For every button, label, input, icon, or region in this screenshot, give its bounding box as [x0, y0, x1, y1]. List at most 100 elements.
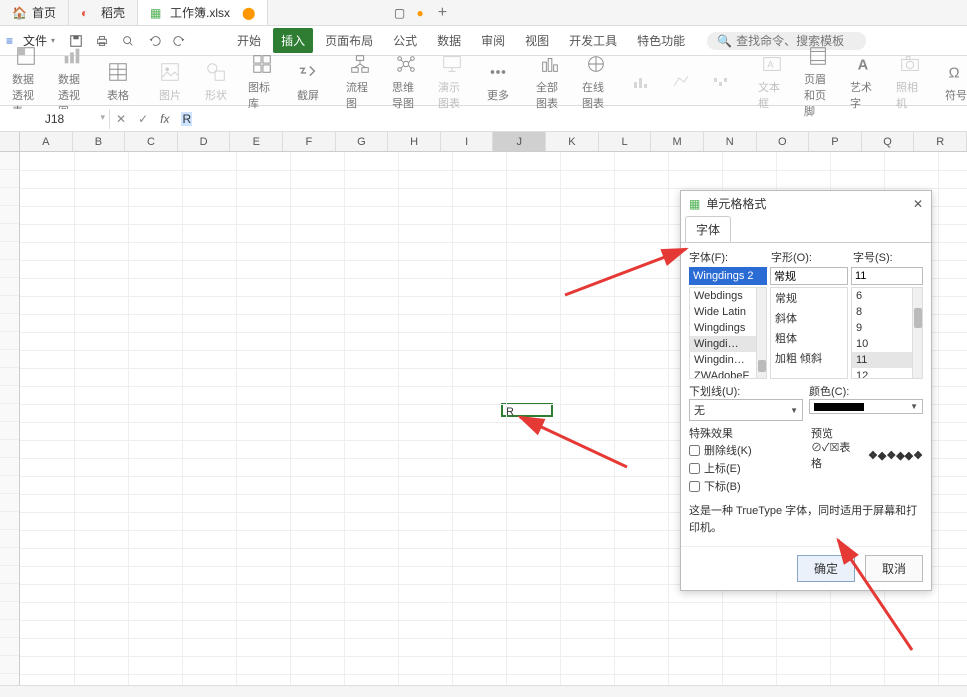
row-header[interactable] [0, 260, 19, 278]
grp-more[interactable]: 更多 [478, 57, 518, 105]
chk-strike-box[interactable] [689, 445, 700, 456]
grp-present-chart[interactable]: 演示图表 [432, 49, 472, 113]
style-list[interactable]: 常规 斜体 粗体 加粗 倾斜 [770, 287, 848, 379]
column-header[interactable]: D [178, 132, 231, 151]
row-header[interactable] [0, 224, 19, 242]
cancel-edit-icon[interactable]: ✕ [110, 112, 132, 126]
column-header[interactable]: E [230, 132, 283, 151]
column-header[interactable]: J [493, 132, 546, 151]
row-header[interactable] [0, 206, 19, 224]
column-header[interactable]: A [20, 132, 73, 151]
underline-dropdown[interactable]: 无▼ [689, 399, 803, 421]
row-header[interactable] [0, 368, 19, 386]
print-preview-icon[interactable] [117, 30, 139, 52]
row-header[interactable] [0, 404, 19, 422]
column-header[interactable]: Q [862, 132, 915, 151]
list-item[interactable]: ZWAdobeF [690, 368, 766, 379]
chk-sub-box[interactable] [689, 481, 700, 492]
accept-edit-icon[interactable]: ✓ [132, 112, 154, 126]
ok-button[interactable]: 确定 [797, 555, 855, 582]
list-item[interactable]: Wingdin… [690, 352, 766, 368]
list-item[interactable]: Wingdings [690, 320, 766, 336]
grp-all-charts[interactable]: 全部图表 [530, 49, 570, 113]
chk-super-box[interactable] [689, 463, 700, 474]
column-header[interactable]: O [757, 132, 810, 151]
row-header[interactable] [0, 242, 19, 260]
tab-daoke[interactable]: 稻壳 [69, 0, 138, 25]
grp-icon-lib[interactable]: 图标库 [242, 49, 282, 113]
cancel-button[interactable]: 取消 [865, 555, 923, 582]
grp-symbol[interactable]: Ω符号 [936, 57, 967, 105]
row-header[interactable] [0, 314, 19, 332]
font-input[interactable] [689, 267, 767, 285]
list-item[interactable]: Wide Latin [690, 304, 766, 320]
row-header[interactable] [0, 386, 19, 404]
grp-wordart[interactable]: A艺术字 [844, 49, 884, 113]
column-header[interactable]: H [388, 132, 441, 151]
row-header[interactable] [0, 620, 19, 638]
size-list[interactable]: 6 8 9 10 11 12 [851, 287, 923, 379]
formula-input[interactable]: R [175, 109, 967, 129]
font-list[interactable]: Webdings Wide Latin Wingdings Wingdi… Wi… [689, 287, 767, 379]
row-header[interactable] [0, 584, 19, 602]
chk-strike[interactable]: 删除线(K) [689, 441, 801, 459]
list-item[interactable]: 常规 [771, 288, 847, 308]
grp-online-charts[interactable]: 在线图表 [576, 49, 616, 113]
search-input[interactable] [736, 34, 856, 48]
row-header[interactable] [0, 278, 19, 296]
tab-home[interactable]: 首页 [0, 0, 69, 25]
chk-sub[interactable]: 下标(B) [689, 477, 801, 495]
grp-screenshot[interactable]: 截屏 [288, 57, 328, 105]
column-header[interactable]: R [914, 132, 967, 151]
new-tab-button[interactable]: + [424, 4, 461, 22]
grp-textbox[interactable]: A文本框 [752, 49, 792, 113]
row-header[interactable] [0, 476, 19, 494]
grp-mindmap[interactable]: 思维导图 [386, 49, 426, 113]
search-box[interactable]: 🔍 [707, 32, 866, 50]
sheet-tabs[interactable] [0, 685, 967, 697]
dialog-tab-font[interactable]: 字体 [685, 216, 731, 242]
menu-review[interactable]: 审阅 [473, 28, 513, 53]
close-icon[interactable]: ✕ [913, 197, 923, 211]
chk-super[interactable]: 上标(E) [689, 459, 801, 477]
redo-icon[interactable] [169, 30, 191, 52]
grp-shapes[interactable]: 形状 [196, 57, 236, 105]
size-input[interactable] [851, 267, 923, 285]
print-icon[interactable] [91, 30, 113, 52]
list-item[interactable]: Webdings [690, 288, 766, 304]
fx-icon[interactable]: fx [154, 112, 175, 126]
row-header[interactable] [0, 152, 19, 170]
color-dropdown[interactable]: ▼ [809, 399, 923, 414]
list-item[interactable]: 斜体 [771, 308, 847, 328]
list-item[interactable]: 粗体 [771, 328, 847, 348]
grp-sparkline-bar[interactable] [622, 66, 660, 96]
name-box[interactable]: J18 [0, 109, 110, 129]
row-header[interactable] [0, 170, 19, 188]
column-header[interactable]: L [599, 132, 652, 151]
row-header[interactable] [0, 296, 19, 314]
column-header[interactable]: F [283, 132, 336, 151]
column-header[interactable]: P [809, 132, 862, 151]
row-header[interactable] [0, 494, 19, 512]
row-header[interactable] [0, 188, 19, 206]
grp-sparkline-line[interactable] [662, 66, 700, 96]
row-header[interactable] [0, 422, 19, 440]
row-header[interactable] [0, 530, 19, 548]
row-header[interactable] [0, 512, 19, 530]
column-header[interactable]: I [441, 132, 494, 151]
active-cell[interactable]: R [501, 403, 553, 417]
row-header[interactable] [0, 548, 19, 566]
column-header[interactable]: N [704, 132, 757, 151]
grp-camera[interactable]: 照相机 [890, 49, 930, 113]
column-header[interactable]: G [336, 132, 389, 151]
column-header[interactable]: K [546, 132, 599, 151]
undo-icon[interactable] [143, 30, 165, 52]
scrollbar[interactable] [912, 288, 922, 378]
scrollbar[interactable] [756, 288, 766, 378]
list-item[interactable]: 加粗 倾斜 [771, 348, 847, 368]
menu-special[interactable]: 特色功能 [629, 28, 693, 53]
column-header[interactable]: C [125, 132, 178, 151]
row-header[interactable] [0, 350, 19, 368]
column-header[interactable]: M [651, 132, 704, 151]
tab-document[interactable]: 工作簿.xlsx⬤ [138, 0, 268, 25]
